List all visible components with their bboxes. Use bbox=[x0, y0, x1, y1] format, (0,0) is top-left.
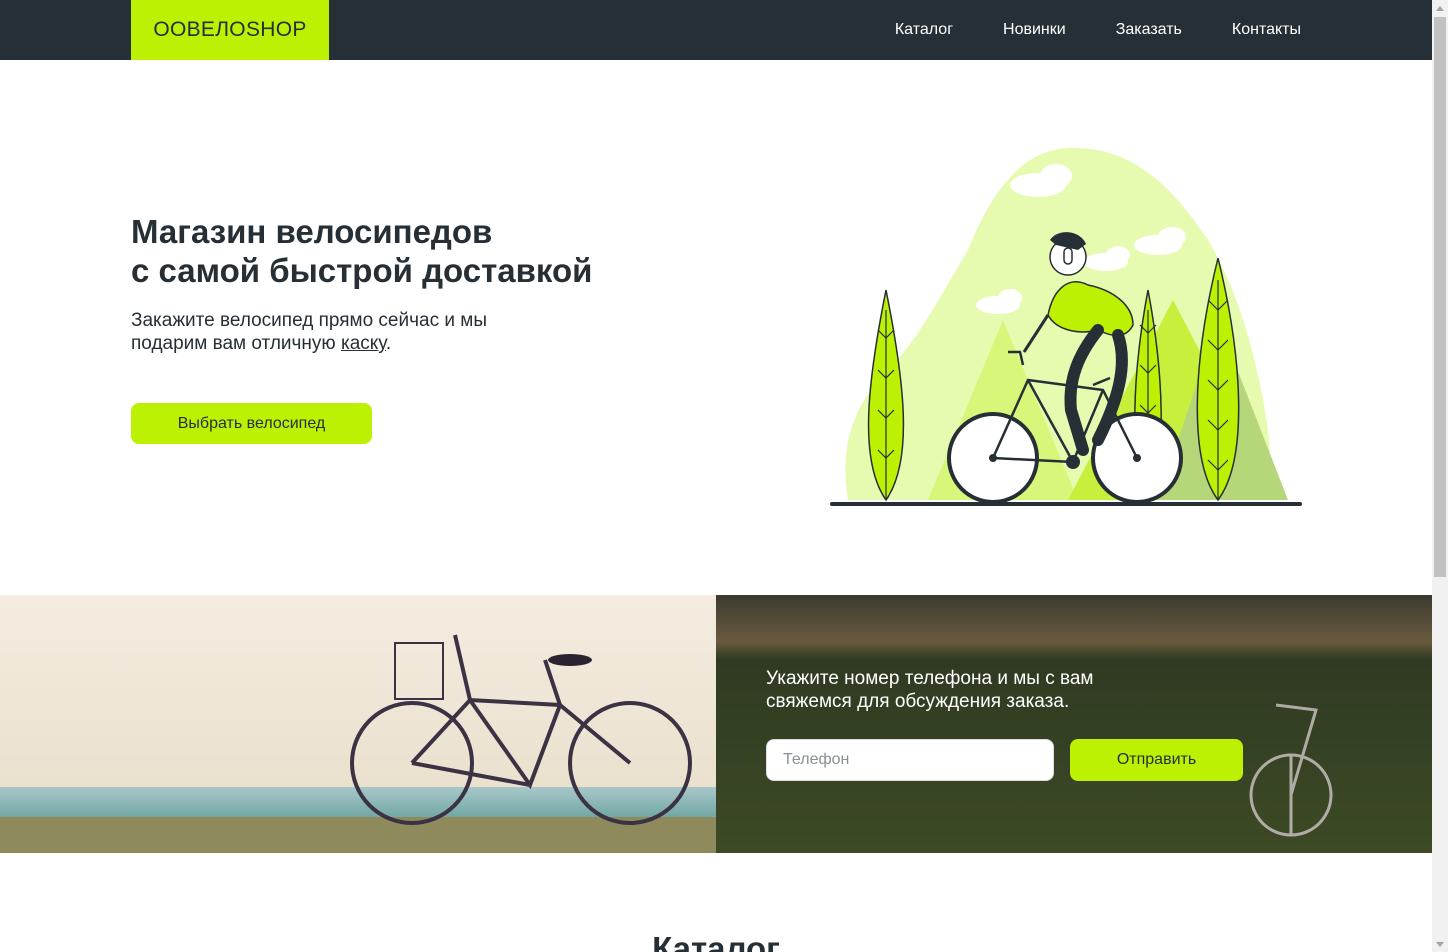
send-button[interactable]: Отправить bbox=[1070, 739, 1243, 781]
field-photo: Укажите номер телефона и мы с вам свяжем… bbox=[716, 595, 1432, 853]
nav-link-order[interactable]: Заказать bbox=[1116, 21, 1182, 39]
hero-title: Магазин велосипедов с самой быстрой дост… bbox=[131, 212, 592, 290]
callback-text: Укажите номер телефона и мы с вам свяжем… bbox=[766, 668, 1094, 712]
page-scrollbar[interactable] bbox=[1432, 0, 1448, 952]
nav-link-catalog[interactable]: Каталог bbox=[895, 21, 953, 39]
helmet-link[interactable]: каску bbox=[341, 333, 386, 354]
scroll-down-arrow-icon[interactable] bbox=[1432, 936, 1448, 952]
hero-title-line1: Магазин велосипедов bbox=[131, 213, 493, 250]
nav-link-contacts[interactable]: Контакты bbox=[1232, 21, 1301, 39]
cyclist-illustration bbox=[830, 147, 1302, 506]
hero-title-line2: с самой быстрой доставкой bbox=[131, 252, 593, 289]
site-header: OOВЕЛОSHOP Каталог Новинки Заказать Конт… bbox=[0, 0, 1432, 60]
phone-input[interactable] bbox=[766, 739, 1054, 781]
main-nav: Каталог Новинки Заказать Контакты bbox=[895, 0, 1301, 60]
nav-link-new[interactable]: Новинки bbox=[1003, 21, 1066, 39]
logo[interactable]: OOВЕЛОSHOP bbox=[131, 0, 329, 60]
scroll-up-arrow-icon[interactable] bbox=[1432, 0, 1448, 16]
catalog-title: Каталог bbox=[652, 930, 780, 952]
hero-subtitle: Закажите велосипед прямо сейчас и мы под… bbox=[131, 309, 511, 355]
hero-subtitle-end: . bbox=[385, 333, 392, 354]
hero-subtitle-text: Закажите велосипед прямо сейчас и мы под… bbox=[131, 310, 487, 354]
beach-bike-photo bbox=[0, 595, 716, 853]
callback-banner: Укажите номер телефона и мы с вам свяжем… bbox=[0, 595, 1432, 853]
choose-bike-button[interactable]: Выбрать велосипед bbox=[131, 403, 372, 444]
scroll-thumb[interactable] bbox=[1434, 17, 1446, 577]
